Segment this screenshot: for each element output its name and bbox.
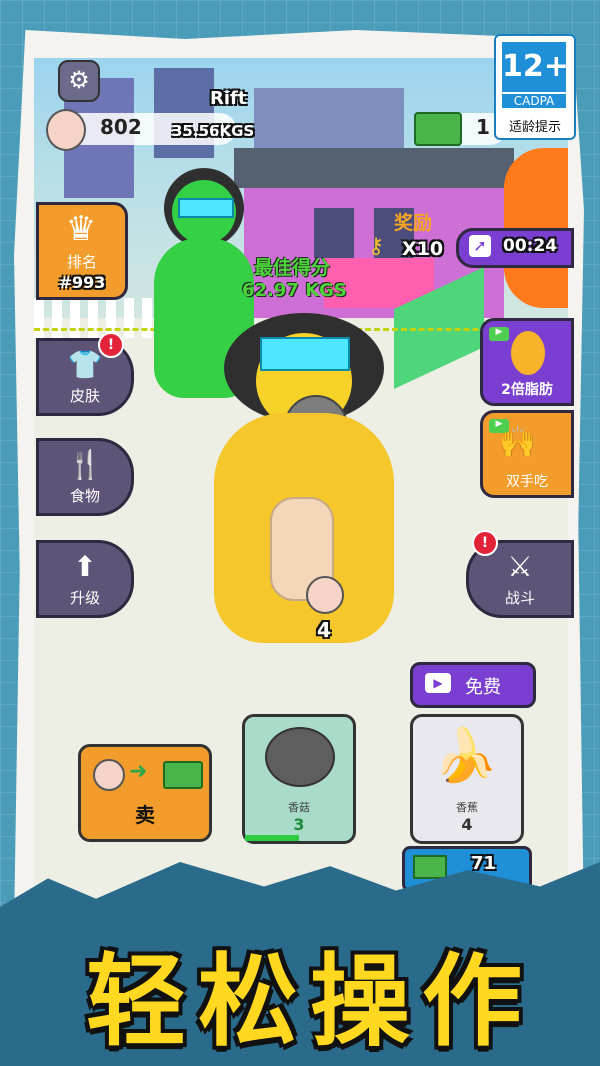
gear-icon[interactable]: ⚙ <box>58 60 100 102</box>
reward-timer-button[interactable]: ➚ 00:24 <box>456 228 574 268</box>
banana-name: 香蕉 <box>456 801 478 814</box>
follower-count: 4 <box>317 618 331 642</box>
age-rating-org: CADPA <box>502 94 566 108</box>
battle-label: 战斗 <box>504 589 535 607</box>
food-button[interactable]: 🍴 食物 <box>36 438 134 516</box>
age-rating-box: 12+ CADPA 适龄提示 <box>494 34 576 140</box>
shirt-icon: 👕 <box>67 348 103 381</box>
banana-icon: 🍌 <box>433 726 498 786</box>
arrow-up-icon: ⬆ <box>73 550 97 583</box>
fork-spoon-icon: 🍴 <box>67 448 103 481</box>
arrow-right-icon: ➜ <box>129 759 148 784</box>
reward-timer: 00:24 <box>503 236 558 256</box>
best-score-label: 最佳得分 <box>254 257 331 279</box>
skin-label: 皮肤 <box>69 387 100 405</box>
food-label: 食物 <box>69 487 100 505</box>
fat-man-icon <box>93 759 125 791</box>
money-count: 1 <box>476 115 490 139</box>
cash-icon <box>414 112 462 146</box>
two-hands-button[interactable]: ▶ 🙌 双手吃 <box>480 410 574 498</box>
hands-icon: 🙌 <box>499 425 537 460</box>
fat-man-icon <box>46 109 86 151</box>
age-rating: 12+ <box>502 42 569 92</box>
banana-count: 4 <box>461 815 473 834</box>
cash-icon <box>413 855 447 879</box>
player-weight: 35.56KGS <box>172 122 255 140</box>
skin-alert-badge: ! <box>98 332 124 358</box>
fat-body-icon <box>511 331 545 375</box>
sell-label: 卖 <box>135 803 155 827</box>
cash-icon <box>163 761 203 789</box>
crossed-swords-icon: ⚔ <box>507 550 533 583</box>
mushroom-icon <box>265 727 335 787</box>
banana-card[interactable]: 🍌 香蕉 4 <box>410 714 524 844</box>
fat-man-icon <box>306 576 344 614</box>
upgrade-button[interactable]: ⬆ 升级 <box>36 540 134 618</box>
free-button[interactable]: ▶ 免费 <box>410 662 536 708</box>
trophy-icon: ♛ <box>65 209 97 249</box>
reward-label: 奖励 <box>394 212 433 234</box>
reward-multiplier: X10 <box>402 238 444 260</box>
free-label: 免费 <box>465 677 501 698</box>
key-icon: ⚷ <box>368 234 385 259</box>
player-character[interactable] <box>204 313 404 653</box>
mushroom-count: 3 <box>293 815 305 834</box>
rank-button[interactable]: ♛ 排名 #993 <box>36 202 128 300</box>
mushroom-progress <box>245 835 299 841</box>
fat-count: 802 <box>100 115 142 139</box>
house-roof <box>234 148 514 188</box>
extra-money: 71 <box>471 853 497 874</box>
age-rating-note: 适龄提示 <box>508 120 561 135</box>
battle-alert-badge: ! <box>472 530 498 556</box>
two-hands-label: 双手吃 <box>506 474 548 490</box>
video-icon: ▶ <box>425 673 451 693</box>
double-fat-label: 2倍脂肪 <box>501 382 553 398</box>
player-name: Rift <box>210 88 247 109</box>
slogan: 轻松操作 <box>86 943 534 1060</box>
window <box>314 208 354 258</box>
double-fat-button[interactable]: ▶ 2倍脂肪 <box>480 318 574 406</box>
cursor-icon: ➚ <box>469 235 491 257</box>
video-icon: ▶ <box>489 327 509 341</box>
upgrade-label: 升级 <box>69 589 100 607</box>
sell-button[interactable]: ➜ 卖 <box>78 744 212 842</box>
mushroom-card[interactable]: 香菇 3 <box>242 714 356 844</box>
rank-label: 排名 <box>66 253 97 271</box>
best-score-value: 62.97 KGS <box>242 280 347 301</box>
rank-value: #993 <box>58 273 106 292</box>
mushroom-name: 香菇 <box>288 801 310 814</box>
